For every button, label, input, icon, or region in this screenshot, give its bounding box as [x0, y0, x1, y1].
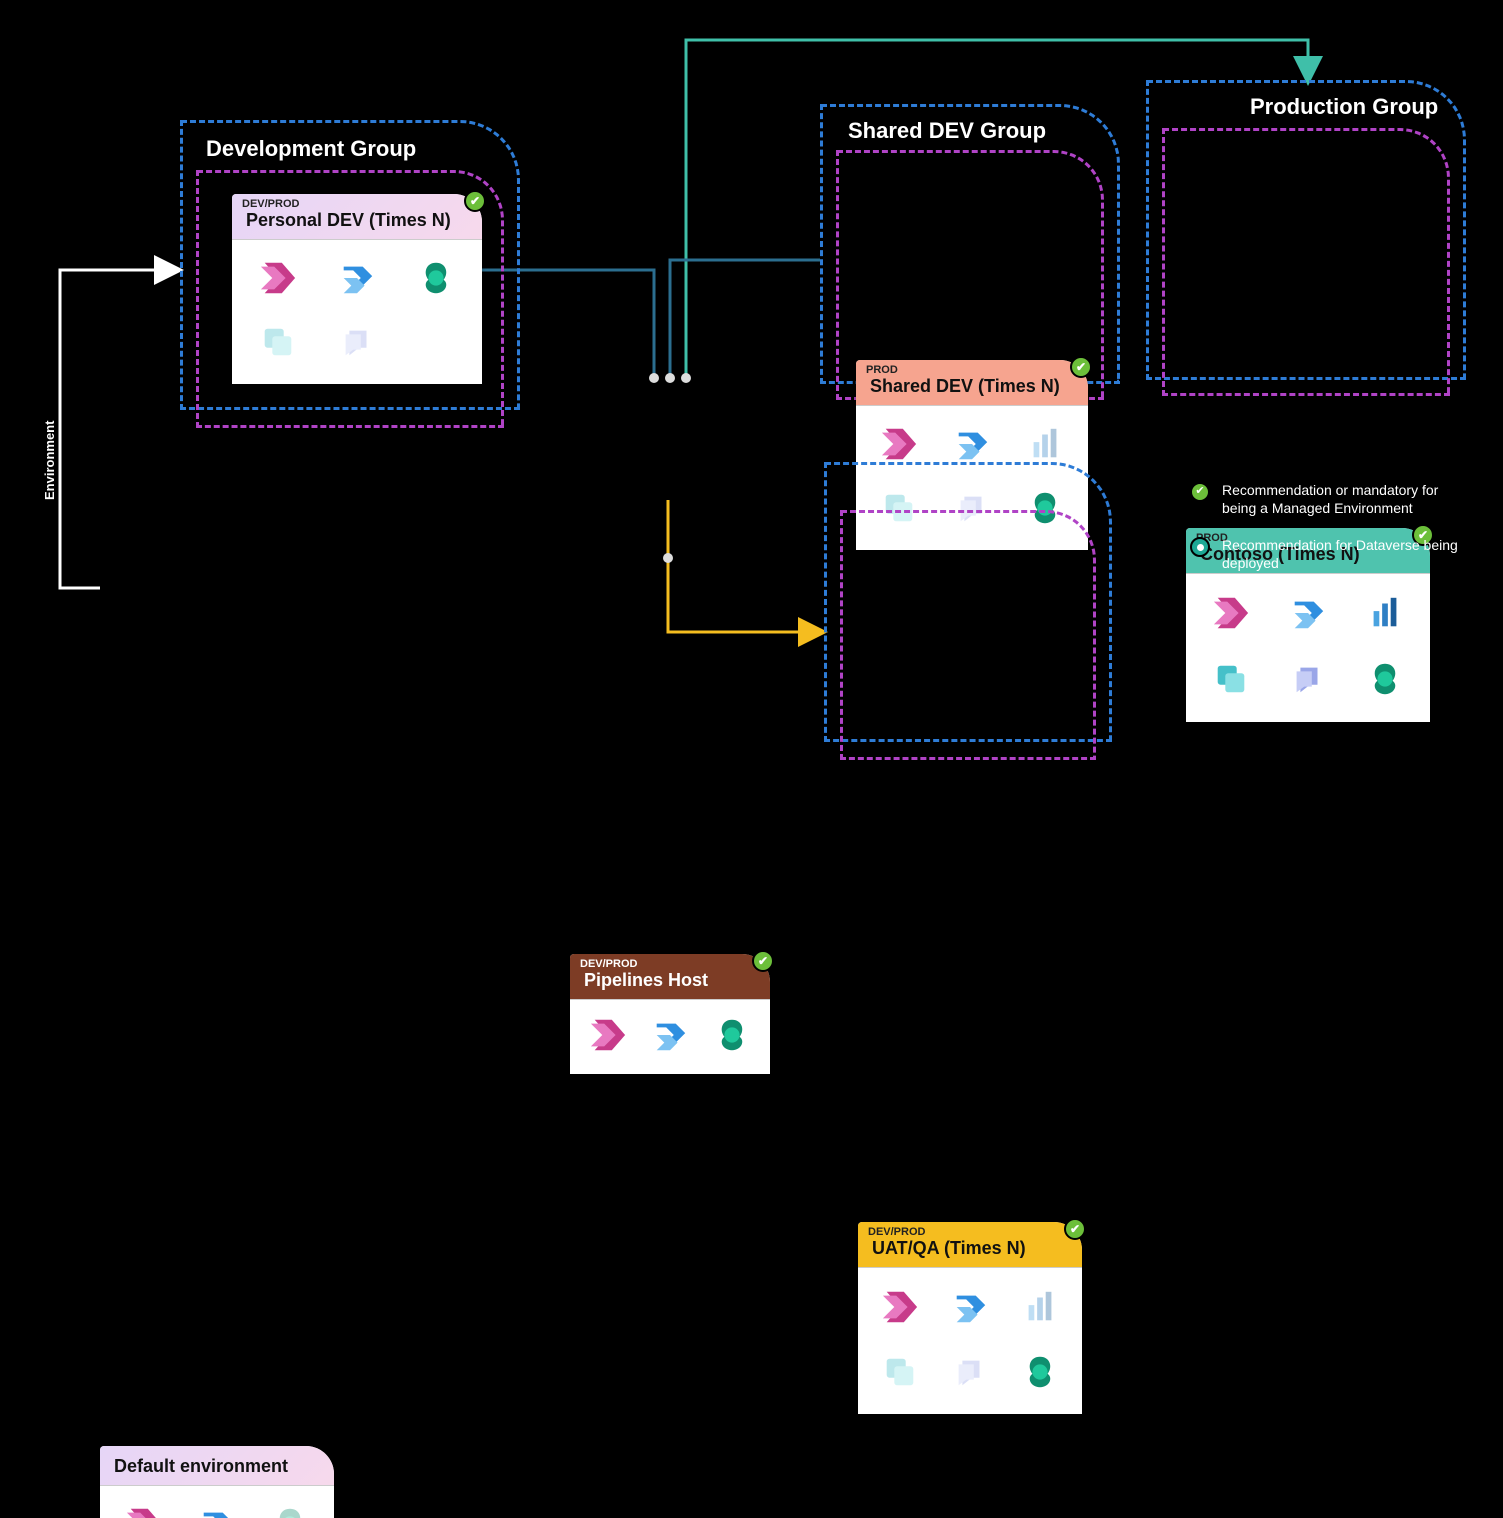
uat-tag: DEV/PROD: [858, 1222, 1082, 1238]
power-bi-icon: [1026, 425, 1064, 463]
managed-badge-icon: [1190, 482, 1210, 502]
power-apps-icon: [881, 1288, 919, 1326]
copilot-studio-icon: [338, 323, 376, 361]
managed-badge-icon: [1064, 1218, 1086, 1240]
uat-card: DEV/PROD UAT/QA (Times N): [858, 1222, 1082, 1414]
legend-managed-text: Recommendation or mandatory for being a …: [1222, 482, 1470, 517]
development-group-title: Development Group: [206, 136, 416, 162]
dataverse-icon: [417, 259, 455, 297]
power-pages-icon: [881, 1353, 919, 1391]
pipelines-title: Pipelines Host: [570, 970, 770, 1000]
dataverse-icon: [1366, 660, 1404, 698]
power-automate-icon: [338, 259, 376, 297]
dataverse-icon: [713, 1016, 751, 1054]
power-apps-icon: [125, 1505, 163, 1518]
power-apps-icon: [880, 425, 918, 463]
power-pages-icon: [259, 323, 297, 361]
power-automate-icon: [651, 1016, 689, 1054]
power-apps-icon: [1212, 594, 1250, 632]
power-pages-icon: [1212, 660, 1250, 698]
production-group-title: Production Group: [1250, 94, 1438, 120]
legend: Recommendation or mandatory for being a …: [1190, 482, 1470, 572]
power-automate-icon: [953, 425, 991, 463]
default-env-title: Default environment: [100, 1446, 334, 1486]
legend-dataverse-text: Recommendation for Dataverse being deplo…: [1222, 537, 1470, 572]
dataverse-icon: [271, 1505, 309, 1518]
dataverse-badge-icon: [1190, 537, 1210, 557]
shared-dev-tag: PROD: [856, 360, 1088, 376]
managed-badge-icon: [464, 190, 486, 212]
power-automate-icon: [951, 1288, 989, 1326]
power-automate-icon: [1289, 594, 1327, 632]
personal-dev-card: DEV/PROD Personal DEV (Times N): [232, 194, 482, 384]
shared-dev-group-title: Shared DEV Group: [848, 118, 1046, 144]
production-group-inner: [1162, 128, 1450, 396]
pipelines-host-card: DEV/PROD Pipelines Host: [570, 954, 770, 1074]
personal-dev-tag: DEV/PROD: [232, 194, 482, 210]
power-bi-icon: [1021, 1288, 1059, 1326]
uat-group-inner: [840, 510, 1096, 760]
power-bi-icon: [1366, 594, 1404, 632]
copilot-studio-icon: [1289, 660, 1327, 698]
copilot-studio-icon: [951, 1353, 989, 1391]
uat-group-title: UAT: [946, 476, 990, 502]
power-apps-icon: [589, 1016, 627, 1054]
shared-dev-title: Shared DEV (Times N): [856, 376, 1088, 406]
personal-dev-title: Personal DEV (Times N): [232, 210, 482, 240]
pipelines-tag: DEV/PROD: [570, 954, 770, 970]
default-environment-card: Default environment: [100, 1446, 334, 1518]
environment-arrow-label: Environment: [42, 421, 57, 500]
managed-badge-icon: [1070, 356, 1092, 378]
managed-badge-icon: [752, 950, 774, 972]
dataverse-icon: [1021, 1353, 1059, 1391]
power-automate-icon: [198, 1505, 236, 1518]
uat-title: UAT/QA (Times N): [858, 1238, 1082, 1268]
power-apps-icon: [259, 259, 297, 297]
